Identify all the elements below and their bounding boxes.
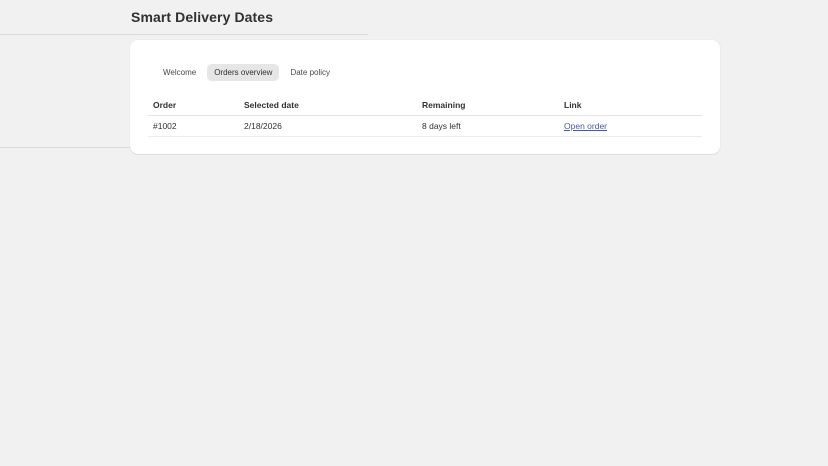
- tab-orders-overview[interactable]: Orders overview: [207, 64, 280, 81]
- orders-table: Order Selected date Remaining Link #1002…: [148, 94, 702, 137]
- app-page: Smart Delivery Dates Welcome Orders over…: [0, 0, 828, 466]
- orders-card: Welcome Orders overview Date policy Orde…: [130, 40, 720, 154]
- selected-date: 2/18/2026: [239, 115, 417, 137]
- table-header-row: Order Selected date Remaining Link: [148, 94, 702, 116]
- tab-bar: Welcome Orders overview Date policy: [156, 64, 337, 81]
- link-cell: Open order: [559, 115, 702, 137]
- column-header-link: Link: [559, 94, 702, 116]
- order-number: #1002: [148, 115, 239, 137]
- column-header-order: Order: [148, 94, 239, 116]
- column-header-selected-date: Selected date: [239, 94, 417, 116]
- column-header-remaining: Remaining: [417, 94, 559, 116]
- divider-top: [0, 34, 368, 35]
- tab-date-policy[interactable]: Date policy: [283, 64, 337, 81]
- table-row: #1002 2/18/2026 8 days left Open order: [148, 115, 702, 137]
- tab-welcome[interactable]: Welcome: [156, 64, 203, 81]
- page-title: Smart Delivery Dates: [131, 9, 274, 25]
- remaining-time: 8 days left: [417, 115, 559, 137]
- open-order-link[interactable]: Open order: [564, 121, 607, 131]
